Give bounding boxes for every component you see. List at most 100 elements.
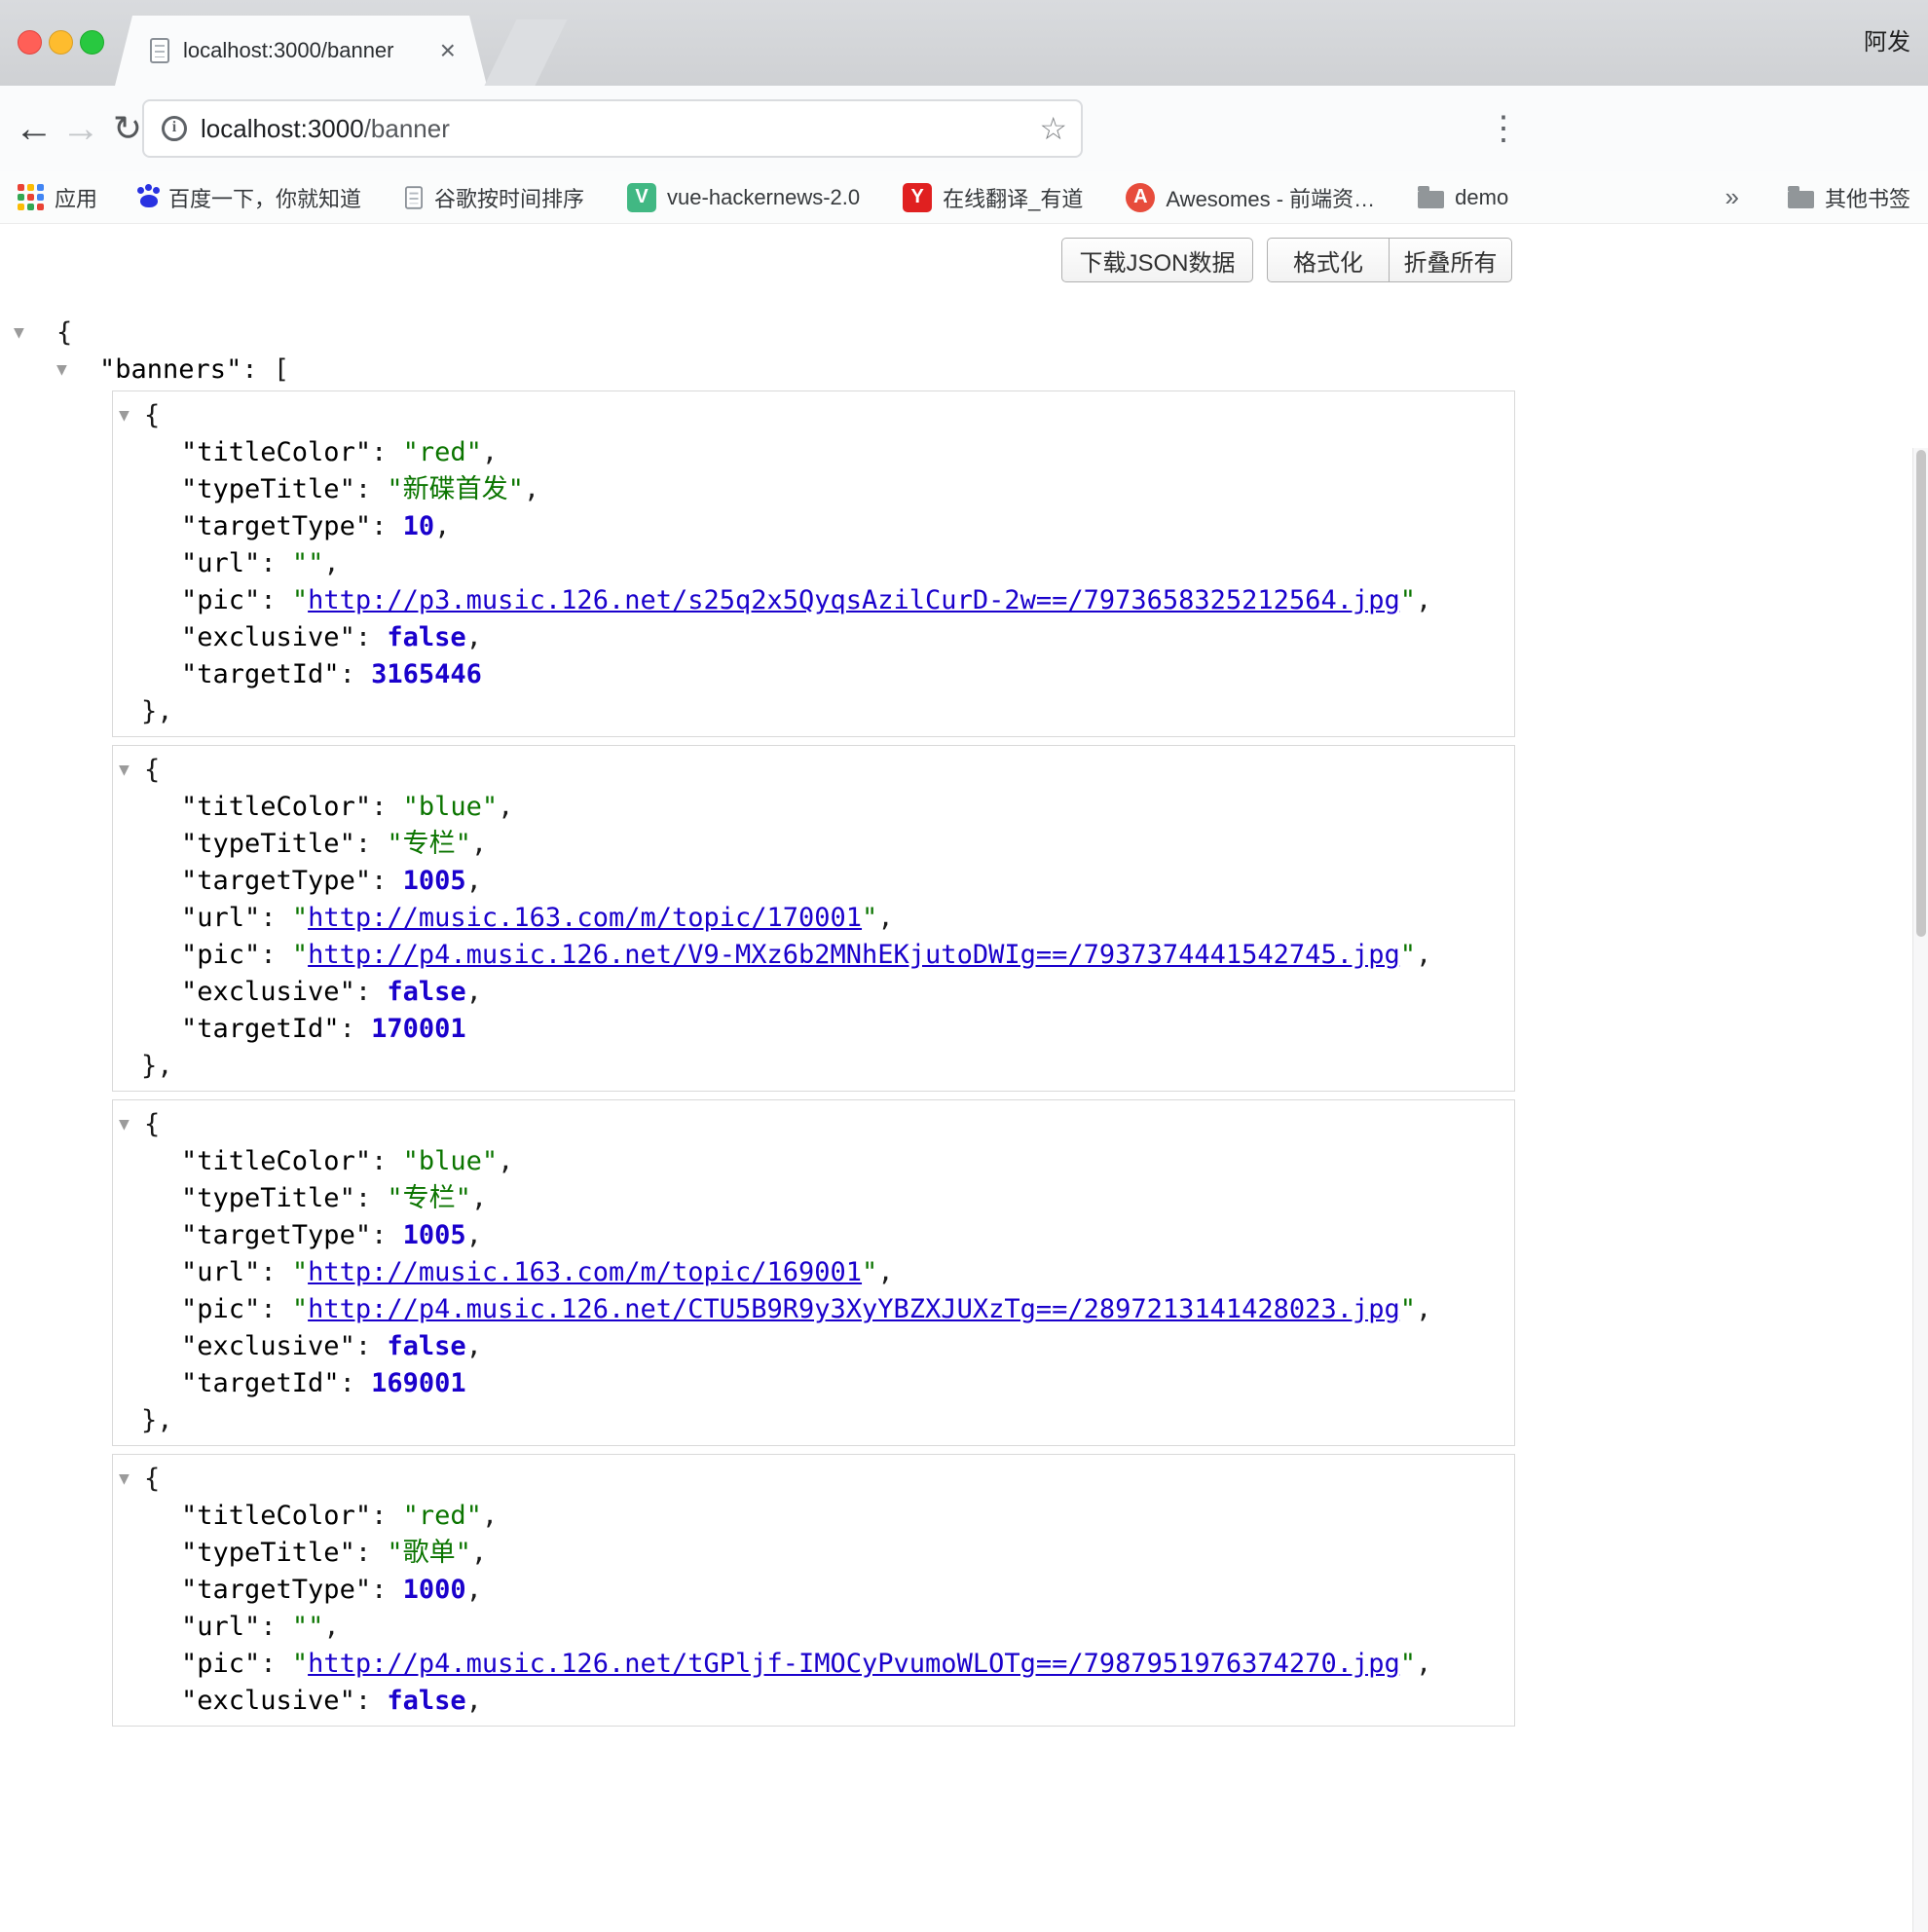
json-colon [371, 866, 403, 896]
json-colon [260, 940, 292, 970]
address-bar[interactable]: localhost:3000/banner ☆ [142, 99, 1083, 158]
other-bookmarks[interactable]: 其他书签 [1788, 182, 1910, 213]
json-colon [260, 1649, 292, 1679]
json-comma [466, 1686, 482, 1716]
json-field-row: targetType 1005 [113, 1217, 1514, 1254]
collapse-triangle-icon[interactable] [14, 315, 56, 352]
json-colon [340, 1014, 372, 1044]
bookmark-google-sort[interactable]: 谷歌按时间排序 [404, 182, 584, 213]
json-comma [466, 1220, 482, 1250]
json-url-link[interactable]: http://music.163.com/m/topic/170001 [308, 903, 862, 933]
json-colon [260, 548, 292, 578]
browser-tab[interactable]: localhost:3000/banner × [115, 16, 487, 86]
json-comma [471, 1538, 487, 1568]
json-banners-line: banners [0, 352, 1928, 389]
json-comma [466, 1331, 482, 1361]
json-key: banners [99, 354, 241, 385]
navigation-toolbar: ← → ↻ localhost:3000/banner ☆ V en 英 FE … [0, 86, 1928, 171]
close-tab-icon[interactable]: × [440, 37, 456, 64]
bookmark-apps[interactable]: 应用 [18, 182, 97, 213]
collapse-triangle-icon[interactable] [119, 752, 144, 789]
page-content: 下载JSON数据 格式化 折叠所有 banners titleColorred … [0, 224, 1928, 1708]
json-key: exclusive [181, 1686, 355, 1716]
json-key: targetType [181, 866, 371, 896]
json-string-value: red [403, 437, 482, 467]
tab-title: localhost:3000/banner [183, 38, 394, 63]
bookmark-vue-hackernews[interactable]: V vue-hackernews-2.0 [627, 183, 860, 212]
json-string-value: http://p4.music.126.net/V9-MXz6b2MNhEKju… [292, 940, 1416, 970]
json-comma [524, 474, 539, 504]
bookmark-awesomes[interactable]: A Awesomes - 前端资… [1126, 182, 1375, 213]
collapse-triangle-icon[interactable] [56, 352, 99, 389]
bookmark-label: 百度一下，你就知道 [168, 182, 361, 213]
json-object-close [113, 1048, 1514, 1085]
json-number-value: 1005 [403, 1220, 466, 1250]
json-key: pic [181, 940, 260, 970]
json-field-row: url [113, 545, 1514, 582]
new-tab-button[interactable] [484, 19, 567, 86]
json-colon [371, 1501, 403, 1531]
json-url-link[interactable]: http://p3.music.126.net/s25q2x5QyqsAzilC… [308, 585, 1400, 615]
minimize-window-button[interactable] [49, 30, 73, 55]
json-comma [434, 511, 450, 541]
json-comma [1416, 585, 1431, 615]
close-window-button[interactable] [18, 30, 42, 55]
bookmark-folder-demo[interactable]: demo [1418, 185, 1508, 210]
back-icon[interactable]: ← [12, 86, 56, 171]
json-field-row: url http://music.163.com/m/topic/169001 [113, 1254, 1514, 1291]
bookmark-label: demo [1455, 185, 1508, 210]
profile-name[interactable]: 阿发 [1864, 0, 1910, 86]
scrollbar-thumb[interactable] [1916, 450, 1926, 937]
collapse-triangle-icon[interactable] [119, 1106, 144, 1143]
collapse-triangle-icon[interactable] [119, 1461, 144, 1498]
page-scrollbar[interactable] [1912, 448, 1928, 1932]
apps-grid-icon [18, 184, 44, 210]
json-object-box: titleColorred typeTitle歌单 targetType1000… [112, 1454, 1515, 1727]
bookmark-label: 谷歌按时间排序 [434, 182, 584, 213]
json-comma [466, 977, 482, 1007]
json-colon [355, 829, 388, 859]
bookmarks-overflow-icon[interactable]: » [1725, 182, 1739, 212]
collapse-triangle-icon[interactable] [119, 397, 144, 434]
maximize-window-button[interactable] [80, 30, 104, 55]
json-colon [355, 474, 388, 504]
json-boolean-value: false [387, 622, 465, 652]
page-info-icon[interactable] [162, 116, 187, 141]
browser-menu-icon[interactable]: ⋮ [1484, 86, 1523, 171]
json-url-link[interactable]: http://music.163.com/m/topic/169001 [308, 1257, 862, 1287]
json-url-link[interactable]: http://p4.music.126.net/CTU5B9R9y3XyYBZX… [308, 1294, 1400, 1324]
json-object-open [113, 1106, 1514, 1143]
other-bookmarks-label: 其他书签 [1825, 182, 1910, 213]
tab-strip: localhost:3000/banner × 阿发 [0, 0, 1928, 86]
json-url-link[interactable]: http://p4.music.126.net/V9-MXz6b2MNhEKju… [308, 940, 1400, 970]
json-comma [471, 1183, 487, 1213]
json-field-row: pichttp://p4.music.126.net/tGPljf-IMOCyP… [113, 1646, 1514, 1683]
json-string-value: 歌单 [387, 1538, 471, 1568]
awesomes-favicon: A [1126, 183, 1155, 212]
vue-favicon: V [627, 183, 656, 212]
bookmark-label: 应用 [55, 182, 97, 213]
json-bracket [274, 354, 289, 385]
json-key: typeTitle [181, 474, 355, 504]
json-field-row: titleColorred [113, 1498, 1514, 1535]
json-field-row: targetType1005 [113, 863, 1514, 900]
json-url-link[interactable]: http://p4.music.126.net/tGPljf-IMOCyPvum… [308, 1649, 1400, 1679]
json-field-row: exclusivefalse [113, 974, 1514, 1011]
json-colon [355, 977, 388, 1007]
json-key: pic [181, 585, 260, 615]
json-colon [371, 1220, 403, 1250]
bookmark-baidu[interactable]: 百度一下，你就知道 [140, 182, 361, 213]
url-path: /banner [364, 114, 450, 143]
bookmark-star-icon[interactable]: ☆ [1039, 110, 1067, 147]
json-key: url [181, 1257, 260, 1287]
page-icon [405, 186, 423, 208]
json-object-box: titleColorred typeTitle新碟首发 targetType10… [112, 390, 1515, 737]
json-viewer: banners titleColorred typeTitle新碟首发 targ… [0, 224, 1928, 1734]
json-object-open [113, 397, 1514, 434]
url-text[interactable]: localhost:3000/banner [201, 114, 450, 144]
json-boolean-value: false [387, 1686, 465, 1716]
json-number-value: 10 [403, 511, 435, 541]
json-string-value: red [403, 1501, 482, 1531]
json-key: targetType [181, 1220, 371, 1250]
bookmark-youdao-translate[interactable]: Y 在线翻译_有道 [903, 182, 1083, 213]
